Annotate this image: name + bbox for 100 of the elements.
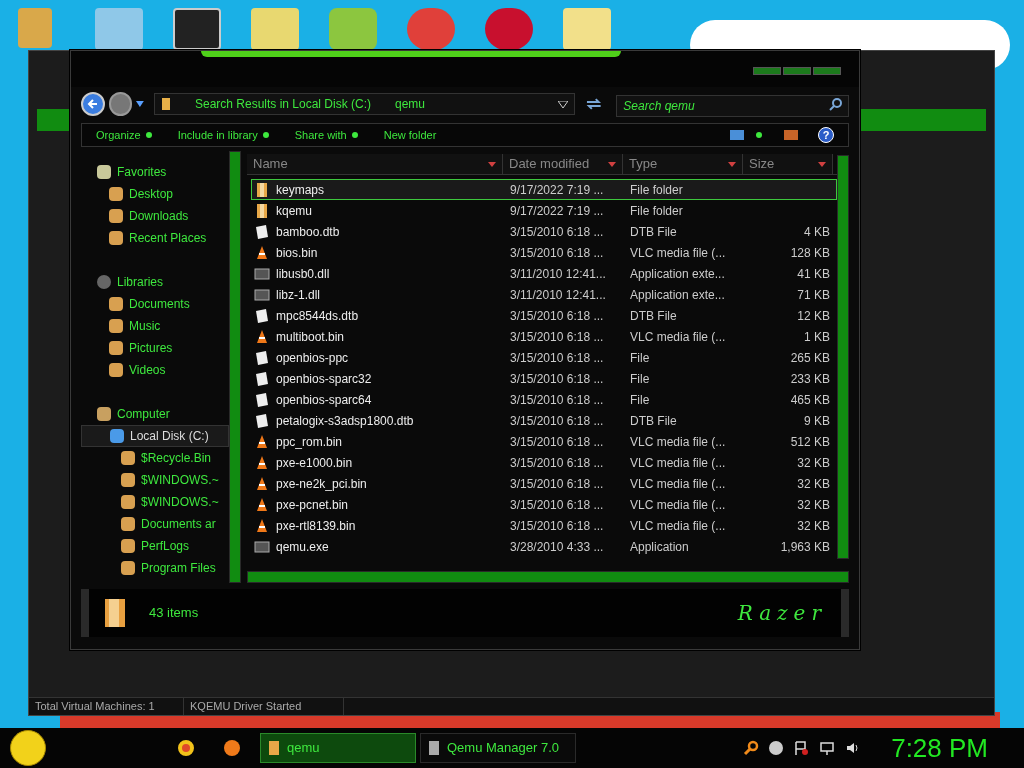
caret-icon [728, 161, 736, 167]
browser-icon[interactable] [224, 740, 240, 756]
shortcut-icon[interactable] [563, 8, 611, 50]
address-bar[interactable]: Search Results in Local Disk (C:) qemu [153, 93, 575, 115]
folder-icon [121, 539, 135, 553]
help-button[interactable]: ? [818, 127, 834, 143]
file-icon [254, 391, 270, 408]
nav-item[interactable]: $WINDOWS.~ [81, 491, 229, 513]
forward-button[interactable] [108, 92, 133, 116]
network-icon[interactable] [819, 740, 836, 756]
file-name: ppc_rom.bin [276, 433, 343, 451]
file-type: DTB File [629, 223, 678, 241]
file-name: petalogix-s3adsp1800.dtb [276, 412, 414, 430]
address-segment[interactable]: Search Results in Local Disk (C:) [194, 95, 371, 113]
dropdown-icon[interactable] [557, 100, 568, 108]
search-field[interactable]: Search qemu [616, 95, 849, 117]
toolbar-button[interactable]: Share with [294, 126, 358, 144]
file-row[interactable]: openbios-sparc32 3/15/2010 6:18 ... File 233 KB [251, 368, 837, 389]
refresh-icon[interactable] [584, 96, 603, 112]
caret-icon [488, 161, 496, 167]
nav-item[interactable]: Documents [81, 293, 229, 315]
shortcut-icon[interactable] [407, 8, 455, 50]
file-row[interactable]: bamboo.dtb 3/15/2010 6:18 ... DTB File 4 KB [251, 221, 837, 242]
file-row[interactable]: qemu.exe 3/28/2010 4:33 ... Application 1,963 KB [251, 536, 837, 557]
column-header[interactable]: Size [743, 154, 833, 174]
clock[interactable]: 7:28 PM [891, 728, 988, 768]
nav-item[interactable]: Desktop [81, 183, 229, 205]
date-modified: 3/15/2010 6:18 ... [509, 391, 605, 409]
scrollbar[interactable] [837, 155, 849, 559]
file-size: 41 KB [797, 266, 830, 281]
flag-icon[interactable] [793, 740, 810, 756]
toolbar-button[interactable]: New folder [383, 126, 437, 144]
date-modified: 3/15/2010 6:18 ... [509, 307, 605, 325]
start-button[interactable] [10, 730, 46, 766]
nav-item[interactable]: Music [81, 315, 229, 337]
file-row[interactable]: ppc_rom.bin 3/15/2010 6:18 ... VLC media file (... 512 KB [251, 431, 837, 452]
shortcut-icon[interactable] [173, 8, 221, 50]
nav-item[interactable]: Favorites [81, 161, 229, 183]
file-row[interactable]: keymaps 9/17/2022 7:19 ... File folder [251, 179, 837, 200]
caret-icon[interactable] [136, 101, 144, 107]
shortcut-icon[interactable] [329, 8, 377, 50]
file-name: mpc8544ds.dtb [276, 307, 359, 325]
shortcut-icon[interactable] [485, 8, 533, 50]
file-type: VLC media file (... [629, 475, 727, 493]
nav-item[interactable]: $Recycle.Bin [81, 447, 229, 469]
file-size: 9 KB [804, 413, 830, 428]
nav-item[interactable]: Local Disk (C:) [81, 425, 229, 447]
column-header[interactable]: Name [247, 154, 503, 174]
column-header[interactable]: Date modified [503, 154, 623, 174]
file-name: keymaps [276, 181, 325, 199]
cone-icon [254, 454, 270, 471]
date-modified: 3/11/2010 12:41... [509, 286, 607, 304]
nav-item[interactable]: PerfLogs [81, 535, 229, 557]
nav-item[interactable]: Videos [81, 359, 229, 381]
nav-item[interactable]: Program Files [81, 557, 229, 579]
shortcut-icon[interactable] [251, 8, 299, 50]
taskbar-button[interactable]: Qemu Manager 7.0 [420, 733, 576, 763]
cone-icon [254, 496, 270, 513]
file-row[interactable]: pxe-ne2k_pci.bin 3/15/2010 6:18 ... VLC media file (... 32 KB [251, 473, 837, 494]
toolbar-button[interactable]: Organize [96, 126, 152, 144]
file-row[interactable]: libz-1.dll 3/11/2010 12:41... Application exte... 71 KB [251, 284, 837, 305]
nav-item[interactable]: Libraries [81, 271, 229, 293]
scrollbar[interactable] [229, 151, 241, 583]
taskbar-button[interactable]: qemu [260, 733, 416, 763]
shortcut-icon[interactable] [95, 8, 143, 50]
file-icon [254, 412, 270, 429]
nav-item[interactable]: Documents ar [81, 513, 229, 535]
column-header[interactable]: Type [623, 154, 743, 174]
toolbar-button[interactable]: Include in library [177, 126, 269, 144]
address-segment[interactable]: qemu [395, 95, 426, 113]
file-row[interactable]: pxe-pcnet.bin 3/15/2010 6:18 ... VLC media file (... 32 KB [251, 494, 837, 515]
folder-icon [269, 741, 279, 755]
file-row[interactable]: pxe-e1000.bin 3/15/2010 6:18 ... VLC media file (... 32 KB [251, 452, 837, 473]
messenger-icon[interactable] [769, 741, 784, 755]
item-count: 43 items [149, 604, 199, 623]
file-row[interactable]: mpc8544ds.dtb 3/15/2010 6:18 ... DTB File 12 KB [251, 305, 837, 326]
date-modified: 3/15/2010 6:18 ... [509, 433, 605, 451]
file-row[interactable]: openbios-sparc64 3/15/2010 6:18 ... File 465 KB [251, 389, 837, 410]
back-button[interactable] [81, 92, 105, 116]
nav-item[interactable]: Downloads [81, 205, 229, 227]
folder-icon [109, 363, 123, 377]
horizontal-scrollbar[interactable] [247, 571, 849, 583]
drive-icon [110, 429, 124, 443]
file-row[interactable]: openbios-ppc 3/15/2010 6:18 ... File 265 KB [251, 347, 837, 368]
file-row[interactable]: kqemu 9/17/2022 7:19 ... File folder [251, 200, 837, 221]
nav-item[interactable]: $WINDOWS.~ [81, 469, 229, 491]
file-type: VLC media file (... [629, 433, 727, 451]
file-size: 32 KB [797, 518, 830, 533]
date-modified: 3/15/2010 6:18 ... [509, 454, 605, 472]
file-row[interactable]: petalogix-s3adsp1800.dtb 3/15/2010 6:18 ... DTB File 9 KB [251, 410, 837, 431]
nav-item[interactable]: Computer [81, 403, 229, 425]
file-name: libz-1.dll [276, 286, 320, 304]
file-row[interactable]: pxe-rtl8139.bin 3/15/2010 6:18 ... VLC media file (... 32 KB [251, 515, 837, 536]
file-row[interactable]: multiboot.bin 3/15/2010 6:18 ... VLC media file (... 1 KB [251, 326, 837, 347]
browser-icon[interactable] [178, 740, 194, 756]
file-row[interactable]: bios.bin 3/15/2010 6:18 ... VLC media file (... 128 KB [251, 242, 837, 263]
search-icon[interactable] [743, 740, 760, 756]
nav-item[interactable]: Recent Places [81, 227, 229, 249]
file-row[interactable]: libusb0.dll 3/11/2010 12:41... Application exte... 41 KB [251, 263, 837, 284]
nav-item[interactable]: Pictures [81, 337, 229, 359]
